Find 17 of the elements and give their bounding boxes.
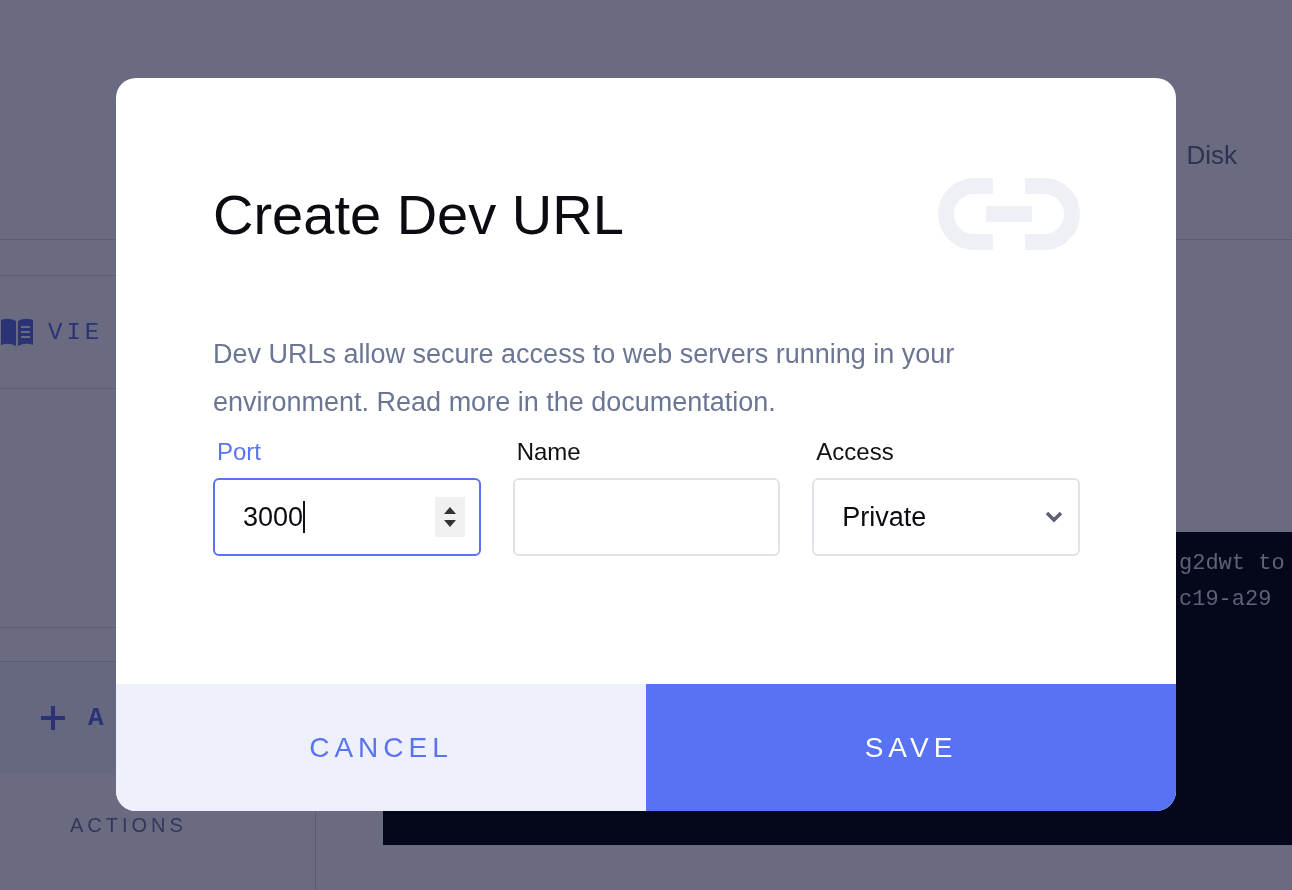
dialog-title: Create Dev URL (213, 181, 624, 247)
name-field[interactable] (512, 478, 781, 556)
disk-label: Disk (1186, 140, 1237, 171)
view-button[interactable]: VIE (48, 318, 104, 346)
port-field[interactable]: 3000 (213, 478, 481, 556)
cancel-button[interactable]: CANCEL (116, 684, 646, 811)
dialog-description: Dev URLs allow secure access to web servers running in your environment. Read more in the documentation. (213, 338, 956, 419)
field-label: Access (815, 438, 895, 466)
field-label: Name (515, 438, 582, 466)
access-dropdown[interactable]: Private (812, 478, 1080, 556)
plus-icon (40, 705, 66, 731)
terminal-line: c19-a29 (1179, 586, 1272, 614)
field-label: Port (216, 438, 262, 466)
chevron-down-icon (1044, 510, 1064, 524)
terminal-line: g2dwt to (1179, 550, 1285, 578)
save-button[interactable]: SAVE (646, 684, 1176, 811)
add-button[interactable]: A (88, 703, 104, 733)
